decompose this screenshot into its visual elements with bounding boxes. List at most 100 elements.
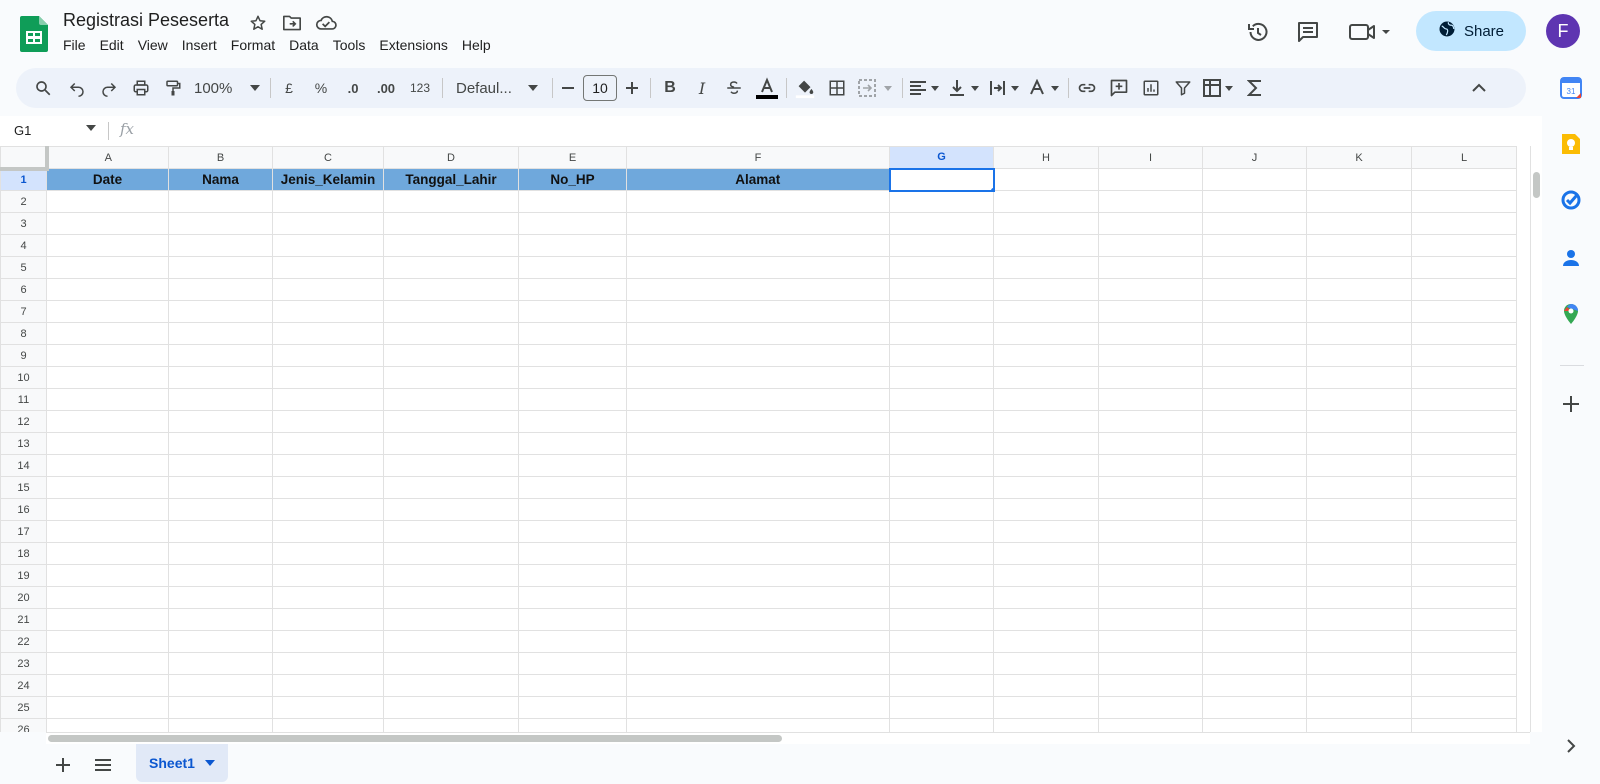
menu-view[interactable]: View bbox=[131, 36, 175, 54]
percent-format-button[interactable]: % bbox=[310, 74, 332, 102]
cell-k9[interactable] bbox=[1306, 344, 1412, 367]
row-header-1[interactable]: 1 bbox=[0, 168, 47, 191]
cell-g20[interactable] bbox=[889, 586, 994, 609]
cell-a1[interactable]: Date bbox=[46, 168, 169, 191]
cell-h26[interactable] bbox=[993, 718, 1099, 732]
cell-d13[interactable] bbox=[383, 432, 519, 455]
cell-d1[interactable]: Tanggal_Lahir bbox=[383, 168, 519, 191]
row-header-2[interactable]: 2 bbox=[0, 190, 47, 213]
cell-h23[interactable] bbox=[993, 652, 1099, 675]
cell-g22[interactable] bbox=[889, 630, 994, 653]
cell-b18[interactable] bbox=[168, 542, 273, 565]
row-header-4[interactable]: 4 bbox=[0, 234, 47, 257]
cell-a13[interactable] bbox=[46, 432, 169, 455]
cell-e14[interactable] bbox=[518, 454, 627, 477]
cell-f3[interactable] bbox=[626, 212, 890, 235]
cell-c21[interactable] bbox=[272, 608, 384, 631]
cell-d19[interactable] bbox=[383, 564, 519, 587]
cell-l15[interactable] bbox=[1411, 476, 1517, 499]
cell-h12[interactable] bbox=[993, 410, 1099, 433]
cell-k5[interactable] bbox=[1306, 256, 1412, 279]
cell-j15[interactable] bbox=[1202, 476, 1307, 499]
functions-icon[interactable] bbox=[1242, 74, 1268, 102]
cell-d15[interactable] bbox=[383, 476, 519, 499]
hide-menus-chevron-up-icon[interactable] bbox=[1466, 74, 1492, 102]
cell-a9[interactable] bbox=[46, 344, 169, 367]
cell-c23[interactable] bbox=[272, 652, 384, 675]
cell-b8[interactable] bbox=[168, 322, 273, 345]
font-family-select[interactable]: Defaul... bbox=[450, 74, 544, 102]
cell-c25[interactable] bbox=[272, 696, 384, 719]
cell-e3[interactable] bbox=[518, 212, 627, 235]
cell-j14[interactable] bbox=[1202, 454, 1307, 477]
cell-e19[interactable] bbox=[518, 564, 627, 587]
maps-icon[interactable] bbox=[1559, 302, 1583, 326]
cell-e10[interactable] bbox=[518, 366, 627, 389]
sheets-logo-icon[interactable] bbox=[20, 16, 48, 52]
all-sheets-menu-icon[interactable] bbox=[90, 752, 116, 778]
cell-i3[interactable] bbox=[1098, 212, 1203, 235]
cell-k4[interactable] bbox=[1306, 234, 1412, 257]
cell-h8[interactable] bbox=[993, 322, 1099, 345]
row-header-17[interactable]: 17 bbox=[0, 520, 47, 543]
bold-icon[interactable]: B bbox=[658, 74, 682, 102]
increase-decimal-button[interactable]: .00 bbox=[372, 74, 400, 102]
cell-d21[interactable] bbox=[383, 608, 519, 631]
cell-i17[interactable] bbox=[1098, 520, 1203, 543]
cell-e6[interactable] bbox=[518, 278, 627, 301]
cell-e16[interactable] bbox=[518, 498, 627, 521]
cell-d20[interactable] bbox=[383, 586, 519, 609]
column-header-g[interactable]: G bbox=[889, 146, 994, 169]
cell-e13[interactable] bbox=[518, 432, 627, 455]
menu-extensions[interactable]: Extensions bbox=[372, 36, 454, 54]
cell-f16[interactable] bbox=[626, 498, 890, 521]
menu-edit[interactable]: Edit bbox=[93, 36, 131, 54]
cell-f22[interactable] bbox=[626, 630, 890, 653]
zoom-select[interactable]: 100% bbox=[194, 74, 260, 102]
cell-a22[interactable] bbox=[46, 630, 169, 653]
cell-e15[interactable] bbox=[518, 476, 627, 499]
cell-e1[interactable]: No_HP bbox=[518, 168, 627, 191]
cell-f6[interactable] bbox=[626, 278, 890, 301]
row-header-13[interactable]: 13 bbox=[0, 432, 47, 455]
cell-i21[interactable] bbox=[1098, 608, 1203, 631]
column-header-d[interactable]: D bbox=[383, 146, 519, 169]
cell-b5[interactable] bbox=[168, 256, 273, 279]
cell-a20[interactable] bbox=[46, 586, 169, 609]
cell-f12[interactable] bbox=[626, 410, 890, 433]
cell-l25[interactable] bbox=[1411, 696, 1517, 719]
cell-d26[interactable] bbox=[383, 718, 519, 732]
cell-j18[interactable] bbox=[1202, 542, 1307, 565]
cell-k26[interactable] bbox=[1306, 718, 1412, 732]
cell-b21[interactable] bbox=[168, 608, 273, 631]
cell-f1[interactable]: Alamat bbox=[626, 168, 890, 191]
cell-k8[interactable] bbox=[1306, 322, 1412, 345]
cell-d9[interactable] bbox=[383, 344, 519, 367]
cell-d16[interactable] bbox=[383, 498, 519, 521]
column-header-j[interactable]: J bbox=[1202, 146, 1307, 169]
cell-j9[interactable] bbox=[1202, 344, 1307, 367]
cell-l5[interactable] bbox=[1411, 256, 1517, 279]
cell-b12[interactable] bbox=[168, 410, 273, 433]
cell-h11[interactable] bbox=[993, 388, 1099, 411]
cell-a6[interactable] bbox=[46, 278, 169, 301]
cell-k16[interactable] bbox=[1306, 498, 1412, 521]
cell-i9[interactable] bbox=[1098, 344, 1203, 367]
cell-b23[interactable] bbox=[168, 652, 273, 675]
cell-g25[interactable] bbox=[889, 696, 994, 719]
cell-c10[interactable] bbox=[272, 366, 384, 389]
cell-j25[interactable] bbox=[1202, 696, 1307, 719]
expand-panel-chevron-icon[interactable] bbox=[1559, 734, 1583, 758]
cell-b9[interactable] bbox=[168, 344, 273, 367]
cell-d18[interactable] bbox=[383, 542, 519, 565]
spreadsheet-grid[interactable]: ABCDEFGHIJKL 1 Date Nama Jenis_Kelamin Tangg… bbox=[0, 146, 1530, 732]
cell-b10[interactable] bbox=[168, 366, 273, 389]
cell-g21[interactable] bbox=[889, 608, 994, 631]
cell-f2[interactable] bbox=[626, 190, 890, 213]
cell-a5[interactable] bbox=[46, 256, 169, 279]
cell-j22[interactable] bbox=[1202, 630, 1307, 653]
cell-g8[interactable] bbox=[889, 322, 994, 345]
cell-k18[interactable] bbox=[1306, 542, 1412, 565]
chevron-down-icon[interactable] bbox=[86, 125, 96, 131]
font-size-input[interactable]: 10 bbox=[583, 75, 617, 101]
